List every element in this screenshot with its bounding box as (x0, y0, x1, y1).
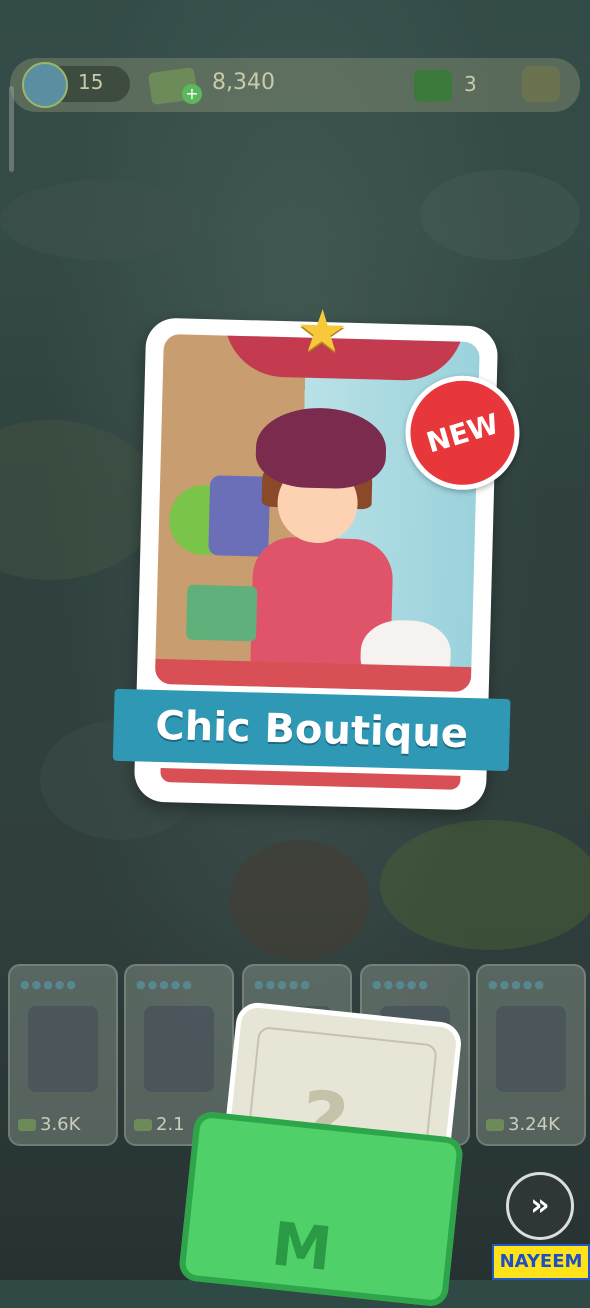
new-badge-label: NEW (422, 406, 503, 460)
cash-icon (134, 1119, 152, 1131)
house-icon (414, 70, 452, 102)
property-card-5[interactable]: ●●●●● 3.24K (476, 964, 586, 1146)
cash-value: 8,340 (212, 70, 275, 95)
watermark-label: NAYEEM (492, 1244, 590, 1280)
add-cash-button[interactable]: + (182, 84, 202, 104)
building-icon (28, 1006, 98, 1092)
tower-icon (144, 1006, 214, 1092)
cash-icon (18, 1119, 36, 1131)
rarity-dots: ●●●●● (136, 978, 194, 991)
title-banner: Chic Boutique (112, 688, 511, 772)
pack-logo-icon: M (268, 1209, 336, 1286)
rarity-dots: ●●●●● (254, 978, 312, 991)
card-pack[interactable]: M (177, 1110, 465, 1308)
hat-boxes (208, 475, 271, 557)
rarity-dots: ●●●●● (20, 978, 78, 991)
card-title: Chic Boutique (154, 702, 469, 758)
house-count: 3 (464, 72, 477, 96)
shopping-bags (185, 584, 258, 642)
reward-card[interactable]: Chic Boutique ★ NEW (112, 296, 534, 811)
property-price: 3.24K (486, 1114, 560, 1135)
rarity-dots: ●●●●● (372, 978, 430, 991)
property-price: 3.6K (18, 1114, 80, 1135)
cash-icon (486, 1119, 504, 1131)
menu-button[interactable] (522, 66, 560, 102)
woman-hat (255, 406, 388, 490)
level-value: 15 (78, 70, 104, 94)
property-card-1[interactable]: ●●●●● 3.6K (8, 964, 118, 1146)
property-price: 2.1 (134, 1114, 185, 1135)
skip-button[interactable]: » (506, 1172, 574, 1240)
rarity-dots: ●●●●● (488, 978, 546, 991)
star-icon: ★ (295, 296, 349, 366)
card-bottom-trim (160, 768, 461, 790)
level-icon (22, 62, 68, 108)
castle-icon (496, 1006, 566, 1092)
